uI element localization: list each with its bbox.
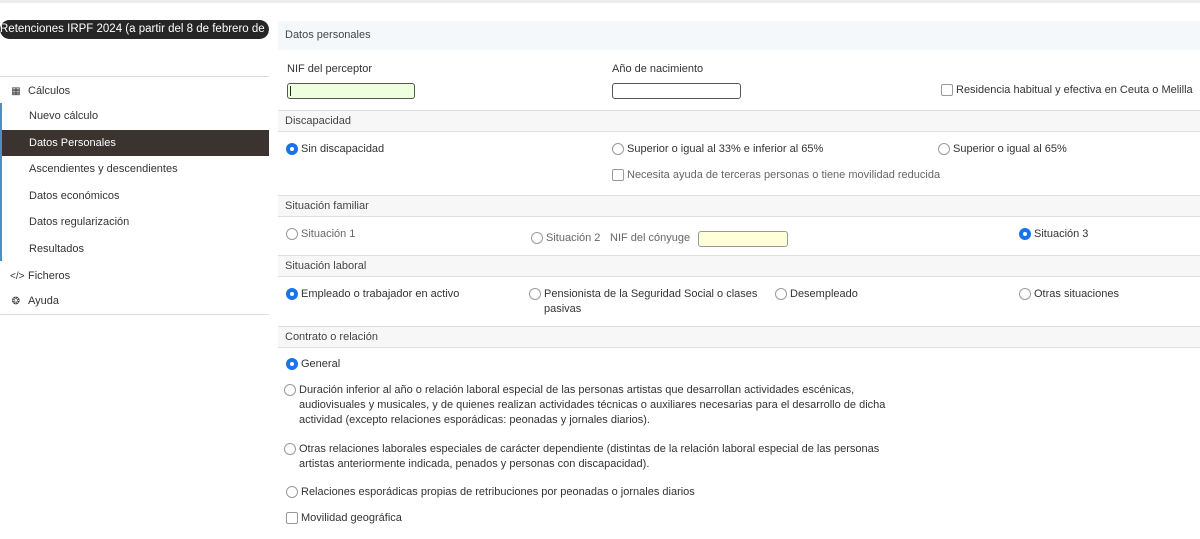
ayuda-terceras-personas-checkbox[interactable]: Necesita ayuda de terceras personas o ti… [612,168,940,183]
radio-empleado-activo[interactable]: Empleado o trabajador en activo [286,287,459,302]
radio-desempleado[interactable]: Desempleado [775,287,858,302]
radio-sin-discapacidad[interactable]: Sin discapacidad [286,142,384,157]
top-border [0,0,1200,3]
lifebuoy-icon: ❂ [11,296,21,307]
sidebar: ▦ Cálculos Nuevo cálculo Datos Personales… [0,76,269,315]
radio-dot[interactable] [286,288,298,300]
sidebar-item-datos-economicos[interactable]: Datos económicos [2,183,269,209]
radio-dot[interactable] [775,288,787,300]
radio-contrato-esporadicas[interactable]: Relaciones esporádicas propias de retrib… [286,485,695,500]
section-contrato: Contrato o relación [278,326,1200,348]
text-cursor [290,86,291,96]
section-datos-personales: Datos personales [278,21,1200,50]
sidebar-section-ayuda[interactable]: ❂ Ayuda [10,292,59,310]
sidebar-item-resultados[interactable]: Resultados [2,236,269,262]
checkbox-box[interactable] [941,84,953,96]
nif-conyuge-input[interactable] [698,231,788,247]
checkbox-box[interactable] [286,512,298,524]
radio-dot[interactable] [1019,288,1031,300]
sidebar-item-datos-regularizacion[interactable]: Datos regularización [2,209,269,235]
checkbox-box[interactable] [612,169,624,181]
sidebar-item-nuevo-calculo[interactable]: Nuevo cálculo [2,103,269,129]
sidebar-submenu: Nuevo cálculo Datos Personales Ascendien… [0,103,269,261]
section-situacion-familiar: Situación familiar [278,195,1200,217]
sidebar-section-calculos[interactable]: ▦ Cálculos [10,82,70,100]
radio-dot[interactable] [529,288,541,300]
radio-dot[interactable] [612,143,624,155]
radio-discapacidad-65[interactable]: Superior o igual al 65% [938,142,1067,157]
radio-dot[interactable] [284,443,296,455]
sidebar-section-ficheros[interactable]: </> Ficheros [10,267,70,285]
nif-perceptor-input[interactable] [287,83,415,99]
sidebar-item-datos-personales[interactable]: Datos Personales [2,130,269,156]
radio-situacion-1[interactable]: Situación 1 [286,227,355,242]
radio-situacion-3[interactable]: Situación 3 [1019,227,1088,242]
radio-dot[interactable] [286,358,298,370]
radio-situacion-2[interactable]: Situación 2 [531,231,600,246]
nif-perceptor-label: NIF del perceptor [287,63,372,75]
section-discapacidad: Discapacidad [278,110,1200,132]
residencia-ceuta-melilla-checkbox[interactable]: Residencia habitual y efectiva en Ceuta … [941,83,1193,98]
radio-dot[interactable] [1019,228,1031,240]
radio-dot[interactable] [938,143,950,155]
calculator-icon: ▦ [11,86,21,97]
radio-dot[interactable] [284,384,296,396]
ano-nacimiento-input[interactable] [612,83,741,99]
radio-otras-situaciones[interactable]: Otras situaciones [1019,287,1119,302]
code-icon: </> [10,271,25,282]
radio-dot[interactable] [531,232,543,244]
sidebar-item-ascendientes[interactable]: Ascendientes y descendientes [2,156,269,182]
radio-dot[interactable] [286,486,298,498]
radio-contrato-general[interactable]: General [286,357,340,372]
radio-pensionista[interactable]: Pensionista de la Seguridad Social o cla… [529,287,759,317]
nif-conyuge-label: NIF del cónyuge [610,232,691,244]
radio-contrato-otras-especiales[interactable]: Otras relaciones laborales especiales de… [284,442,909,472]
radio-discapacidad-33-65[interactable]: Superior o igual al 33% e inferior al 65… [612,142,823,157]
movilidad-geografica-checkbox[interactable]: Movilidad geográfica [286,511,402,526]
app-title: Retenciones IRPF 2024 (a partir del 8 de… [0,20,269,39]
main-content: Datos personales NIF del perceptor Año d… [278,20,1200,539]
radio-dot[interactable] [286,143,298,155]
radio-dot[interactable] [286,228,298,240]
ano-nacimiento-label: Año de nacimiento [612,63,704,75]
section-situacion-laboral: Situación laboral [278,255,1200,277]
radio-contrato-duracion-inferior[interactable]: Duración inferior al año o relación labo… [284,383,909,428]
